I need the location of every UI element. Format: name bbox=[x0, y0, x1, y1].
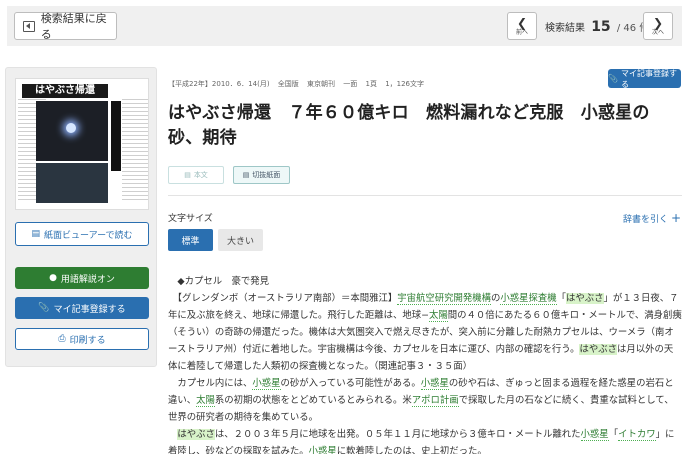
tab-text[interactable]: ▤ 本文 bbox=[168, 166, 224, 184]
register-label: マイ記事登録する bbox=[53, 304, 126, 315]
keyword-link[interactable]: 宇宙航空研究開発機構 bbox=[397, 293, 491, 305]
paperclip-icon: 📎 bbox=[608, 74, 618, 83]
keyword-link[interactable]: アポロ計画 bbox=[411, 395, 459, 407]
next-result-button[interactable]: ❯ 次へ bbox=[643, 12, 673, 40]
keyword-link[interactable]: 小惑星探査機 bbox=[500, 293, 557, 305]
chevron-right-icon: ❯ bbox=[652, 16, 664, 30]
meta-edition: 全国版 bbox=[277, 80, 299, 88]
tab-text-icon: ▤ bbox=[184, 171, 191, 179]
glossary-toggle-button[interactable]: ● 用語解説オン bbox=[15, 267, 149, 289]
dictionary-label: 辞書を引く bbox=[623, 215, 669, 225]
my-article-register-button[interactable]: 📎 マイ記事登録する bbox=[15, 297, 149, 319]
keyword-link[interactable]: 小惑星 bbox=[308, 446, 337, 454]
article-meta: 【平成22年】2010．6．14(月) 全国版 東京朝刊 一面 1頁 1，126… bbox=[168, 79, 430, 89]
top-toolbar: 検索結果に戻る ❮ 前へ 検索結果 15 / 46 件 ❯ 次へ bbox=[7, 6, 682, 46]
meta-section: 一面 bbox=[343, 80, 358, 88]
font-size-large-button[interactable]: 大きい bbox=[218, 229, 263, 251]
print-button[interactable]: ⎙ 印刷する bbox=[15, 328, 149, 350]
font-size-standard-button[interactable]: 標準 bbox=[168, 229, 213, 251]
thumbnail-text-lines-right bbox=[122, 99, 148, 203]
keyword-link[interactable]: 小惑星 bbox=[580, 429, 609, 441]
result-label: 検索結果 bbox=[545, 23, 585, 34]
tab-clip-icon: ▤ bbox=[242, 171, 250, 179]
sidebar: はやぶさ帰還 ▤ 紙面ビューアーで読む ● 用語解説オン 📎 マイ記事登録する … bbox=[5, 67, 157, 367]
chat-icon: ● bbox=[49, 273, 57, 283]
meta-issue: 東京朝刊 bbox=[307, 80, 336, 88]
viewer-icon: ▤ bbox=[31, 229, 40, 239]
thumbnail-headline: はやぶさ帰還 bbox=[22, 84, 108, 98]
divider bbox=[168, 195, 682, 196]
next-label: 次へ bbox=[651, 29, 664, 36]
keyword-link[interactable]: 太陽 bbox=[428, 310, 448, 322]
article-title: はやぶさ帰還 ７年６０億キロ 燃料漏れなど克服 小惑星の砂、期待 bbox=[168, 103, 650, 148]
meta-page: 1頁 bbox=[365, 80, 377, 88]
keyword-highlight[interactable]: はやぶさ bbox=[566, 293, 604, 304]
paperclip-icon: 📎 bbox=[38, 303, 50, 313]
header-register-button[interactable]: 📎 マイ記事登録する bbox=[608, 68, 681, 89]
tab-clip-label: 切抜紙面 bbox=[252, 171, 281, 179]
prev-label: 前へ bbox=[515, 29, 528, 36]
article-body: ◆カプセル 豪で発見 【グレンダンボ（オーストラリア南部）＝本間雅江】宇宙航空研… bbox=[168, 273, 682, 454]
prev-result-button[interactable]: ❮ 前へ bbox=[507, 12, 537, 40]
body-paragraph-3: はやぶさは、２００３年５月に地球を出発。０５年１１月に地球から３億キロ・メートル… bbox=[168, 426, 682, 454]
meta-length: 1，126文字 bbox=[385, 80, 425, 88]
newspaper-thumbnail[interactable]: はやぶさ帰還 bbox=[15, 78, 149, 210]
back-to-results-button[interactable]: 検索結果に戻る bbox=[14, 12, 117, 41]
header-register-label: マイ記事登録する bbox=[620, 68, 677, 89]
meta-date: 【平成22年】2010．6．14(月) bbox=[168, 80, 270, 88]
body-paragraph-heading: ◆カプセル 豪で発見 bbox=[168, 276, 269, 287]
keyword-highlight[interactable]: はやぶさ bbox=[177, 429, 215, 440]
current-result: 15 bbox=[591, 19, 611, 35]
keyword-link[interactable]: 小惑星 bbox=[252, 378, 281, 390]
back-arrow-icon bbox=[23, 20, 35, 32]
keyword-highlight[interactable]: はやぶさ bbox=[579, 344, 617, 355]
body-paragraph-1: 【グレンダンボ（オーストラリア南部）＝本間雅江】宇宙航空研究開発機構の小惑星探査… bbox=[168, 293, 682, 372]
viewer-label: 紙面ビューアーで読む bbox=[43, 230, 133, 241]
result-counter: 検索結果 15 / 46 件 bbox=[545, 19, 649, 35]
thumbnail-photo-secondary bbox=[36, 163, 108, 203]
body-paragraph-2: カプセル内には、小惑星の砂が入っている可能性がある。小惑星の砂や石は、ぎゅっと固… bbox=[168, 378, 674, 423]
glossary-label: 用語解説オン bbox=[60, 274, 115, 285]
font-size-label: 文字サイズ bbox=[168, 214, 213, 224]
dictionary-link[interactable]: 辞書を引く + bbox=[623, 211, 681, 225]
plus-icon: + bbox=[671, 211, 682, 225]
thumbnail-vertical-headline bbox=[111, 101, 121, 171]
paper-viewer-button[interactable]: ▤ 紙面ビューアーで読む bbox=[15, 222, 149, 246]
back-button-label: 検索結果に戻る bbox=[40, 12, 107, 41]
chevron-left-icon: ❮ bbox=[516, 16, 528, 30]
tab-text-label: 本文 bbox=[193, 171, 208, 179]
print-label: 印刷する bbox=[69, 335, 106, 346]
keyword-link[interactable]: 小惑星 bbox=[420, 378, 449, 390]
keyword-link[interactable]: イトカワ bbox=[618, 429, 656, 441]
keyword-link[interactable]: 太陽 bbox=[196, 395, 215, 407]
thumbnail-photo bbox=[36, 101, 108, 161]
tab-clip[interactable]: ▤ 切抜紙面 bbox=[233, 166, 290, 184]
printer-icon: ⎙ bbox=[58, 334, 66, 344]
